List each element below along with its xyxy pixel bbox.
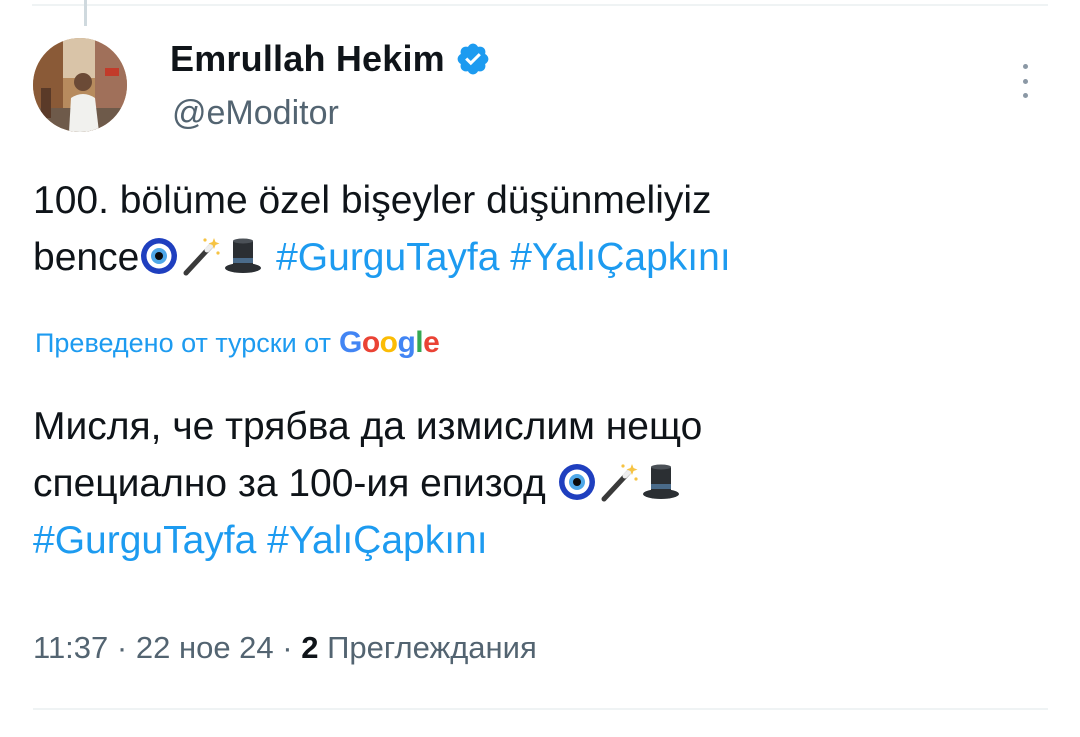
hashtag-link[interactable]: #YalıÇapkını [267,519,487,562]
google-logo: Google [338,326,440,359]
top-hat-icon [641,461,681,501]
thread-connector-line [84,0,87,26]
translation-attribution[interactable]: Преведено от турски от Google [35,326,440,360]
author-name[interactable]: Emrullah Hekim [170,38,445,80]
magic-wand-icon [599,461,639,502]
translation-line-2-text: специално за 100-ия епизод [33,462,546,505]
nazar-amulet-icon [139,235,179,275]
hashtag-link[interactable]: #GurguTayfa [276,236,499,279]
translation-label: Преведено от турски от [35,327,331,358]
tweet-line-1: 100. bölüme özel bişeyler düşünmeliyiz [33,179,712,222]
translation-line-1: Мисля, че трябва да измислим нещо [33,405,703,448]
tweet-text: 100. bölüme özel bişeyler düşünmeliyiz b… [33,172,1033,286]
author-name-row[interactable]: Emrullah Hekim [170,38,491,80]
top-hat-icon [223,235,263,275]
tweet-line-2-text: bence [33,236,140,279]
tweet-line-2: bence #GurguTayfa #YalıÇapkını [33,229,1033,286]
hashtag-link[interactable]: #YalıÇapkını [510,236,730,279]
translation-line-2: специално за 100-ия епизод [33,455,1033,512]
author-handle[interactable]: @eModitor [172,94,339,133]
tweet-date[interactable]: 22 ное 24 [136,630,274,665]
views-label: Преглеждания [327,630,537,665]
top-divider [32,4,1048,6]
translation-line-3: #GurguTayfa #YalıÇapkını [33,512,1033,569]
bottom-divider [33,708,1048,710]
translated-text: Мисля, че трябва да измислим нещо специа… [33,398,1033,569]
tweet-meta: 11:37 · 22 ное 24 · 2 Преглеждания [33,630,537,666]
meta-separator: · [116,630,128,665]
magic-wand-icon [181,235,221,276]
avatar[interactable] [33,38,127,132]
views-count: 2 [301,630,319,665]
verified-badge-icon [455,41,491,77]
tweet-time[interactable]: 11:37 [33,630,108,665]
hashtag-link[interactable]: #GurguTayfa [33,519,256,562]
nazar-amulet-icon [557,461,597,501]
more-options-icon[interactable] [1018,64,1032,98]
meta-separator: · [282,630,293,665]
